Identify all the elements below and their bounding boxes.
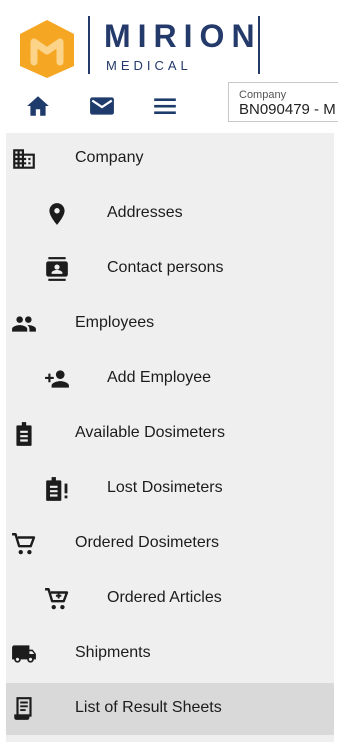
sidebar-item-label: Shipments xyxy=(75,644,151,661)
cart-icon xyxy=(11,531,37,557)
cart-plus-icon xyxy=(44,586,70,612)
sidebar-item-addresses[interactable]: Addresses xyxy=(6,188,334,240)
add-person-icon xyxy=(44,366,70,392)
sidebar-item-label: Ordered Dosimeters xyxy=(75,534,220,551)
sidebar-item-label: Available Dosimeters xyxy=(75,424,225,441)
sidebar-item-contact-persons[interactable]: Contact persons xyxy=(6,243,334,295)
sidebar-item-lost-dosimeters[interactable]: Lost Dosimeters xyxy=(6,463,334,515)
sidebar-item-list-of-result-sheets[interactable]: List of Result Sheets xyxy=(6,683,334,735)
mirion-medical-logo: MIRION MEDICAL xyxy=(14,12,264,78)
sidebar-item-available-dosimeters[interactable]: Available Dosimeters xyxy=(6,408,334,460)
sidebar-item-add-employee[interactable]: Add Employee xyxy=(6,353,334,405)
company-selector[interactable]: Company BN090479 - M xyxy=(228,82,338,122)
sidebar-item-shipments[interactable]: Shipments xyxy=(6,628,334,680)
sidebar-item-label: Lost Dosimeters xyxy=(107,479,223,496)
sidebar-item-label: List of Result Sheets xyxy=(75,699,222,716)
sidebar-item-label: Addresses xyxy=(107,204,183,221)
sidebar-item-company[interactable]: Company xyxy=(6,133,334,185)
people-icon xyxy=(11,311,37,337)
logo-divider xyxy=(88,16,90,74)
brand-name: MIRION xyxy=(104,18,262,54)
app-header: MIRION MEDICAL Company BN090479 - M xyxy=(0,0,338,122)
receipt-icon xyxy=(11,696,37,722)
location-pin-icon xyxy=(44,201,70,227)
brand-subtitle: MEDICAL xyxy=(106,58,192,73)
sidebar-item-ordered-dosimeters[interactable]: Ordered Dosimeters xyxy=(6,518,334,570)
sidebar-item-label: Company xyxy=(75,149,144,166)
company-selector-value: BN090479 - M xyxy=(239,101,336,118)
badge-icon xyxy=(11,421,37,447)
company-selector-label: Company xyxy=(239,89,287,101)
sidebar-item-employees[interactable]: Employees xyxy=(6,298,334,350)
mail-icon[interactable] xyxy=(89,94,115,118)
sidebar-item-ordered-articles[interactable]: Ordered Articles xyxy=(6,573,334,625)
sidebar-item-label: Employees xyxy=(75,314,155,331)
truck-icon xyxy=(11,641,37,667)
sidebar-item-label: Add Employee xyxy=(107,369,212,386)
building-icon xyxy=(11,146,37,172)
contact-card-icon xyxy=(44,256,70,282)
logo-divider-right xyxy=(258,16,260,74)
menu-icon[interactable] xyxy=(152,94,178,118)
home-icon[interactable] xyxy=(25,94,51,118)
sidebar-item-label: Contact persons xyxy=(107,259,224,276)
sidebar-nav: Company Addresses Contact persons Employ… xyxy=(6,133,334,742)
sidebar-item-label: Ordered Articles xyxy=(107,589,222,606)
badge-alert-icon xyxy=(44,476,70,502)
mirion-logo-mark-icon xyxy=(20,20,74,78)
